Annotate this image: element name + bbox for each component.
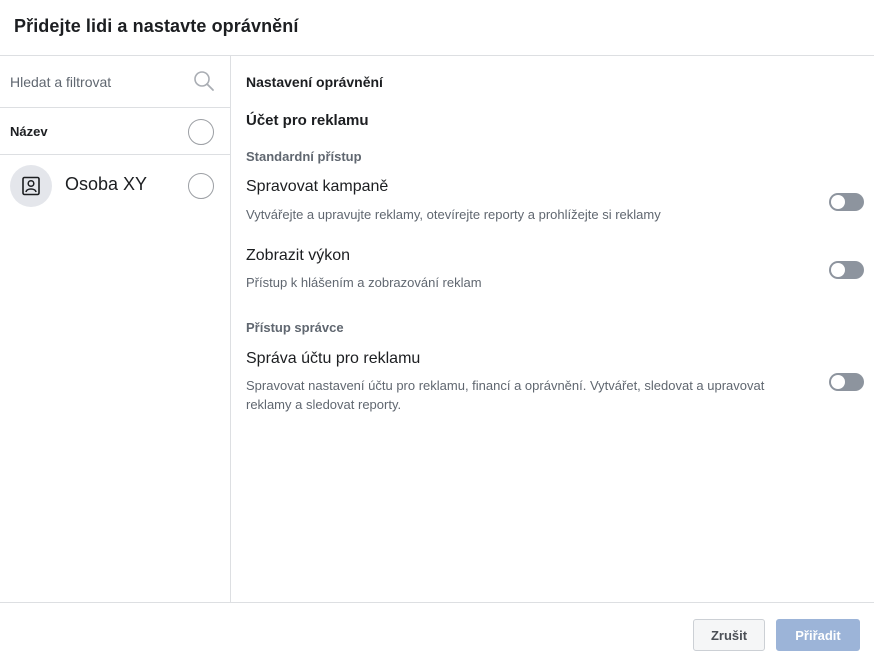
manage-campaigns-title: Spravovat kampaně <box>246 178 389 195</box>
permissions-title: Nastavení oprávnění <box>246 74 383 90</box>
search-row <box>0 56 230 108</box>
dialog-footer: Zrušit Přiřadit <box>0 602 874 660</box>
person-name: Osoba XY <box>65 174 148 194</box>
person-select-radio[interactable] <box>188 173 214 199</box>
admin-access-label: Přístup správce <box>246 320 344 335</box>
cancel-button[interactable]: Zrušit <box>693 619 765 651</box>
add-people-dialog: Přidejte lidi a nastavte oprávnění Název <box>0 0 874 660</box>
name-column-label: Název <box>10 124 48 139</box>
toggle-knob <box>831 263 845 277</box>
ad-account-admin-title: Správa účtu pro reklamu <box>246 350 421 367</box>
search-icon[interactable] <box>193 70 215 92</box>
search-input[interactable] <box>10 70 180 94</box>
view-performance-toggle[interactable] <box>829 261 864 279</box>
standard-access-label: Standardní přístup <box>246 149 362 164</box>
ad-account-admin-description: Spravovat nastavení účtu pro reklamu, fi… <box>246 378 765 412</box>
manage-campaigns-toggle[interactable] <box>829 193 864 211</box>
ad-account-admin-toggle[interactable] <box>829 373 864 391</box>
assign-button[interactable]: Přiřadit <box>776 619 860 651</box>
toggle-knob <box>831 195 845 209</box>
name-column-header: Název <box>0 108 230 155</box>
view-performance-description: Přístup k hlášením a zobrazování reklam <box>246 275 482 290</box>
view-performance-title: Zobrazit výkon <box>246 247 351 264</box>
select-all-radio[interactable] <box>188 119 214 145</box>
person-list-item[interactable]: Osoba XY <box>0 155 230 217</box>
ad-account-title: Účet pro reklamu <box>246 112 369 129</box>
permissions-panel: Nastavení oprávnění Účet pro reklamu Sta… <box>231 56 874 602</box>
people-panel: Název Osoba XY <box>0 56 231 602</box>
manage-campaigns-description: Vytvářejte a upravujte reklamy, otevírej… <box>246 207 661 222</box>
person-badge-icon <box>22 176 40 196</box>
dialog-title: Přidejte lidi a nastavte oprávnění <box>14 16 299 36</box>
dialog-header: Přidejte lidi a nastavte oprávnění <box>0 0 874 56</box>
toggle-knob <box>831 375 845 389</box>
avatar <box>10 165 52 207</box>
